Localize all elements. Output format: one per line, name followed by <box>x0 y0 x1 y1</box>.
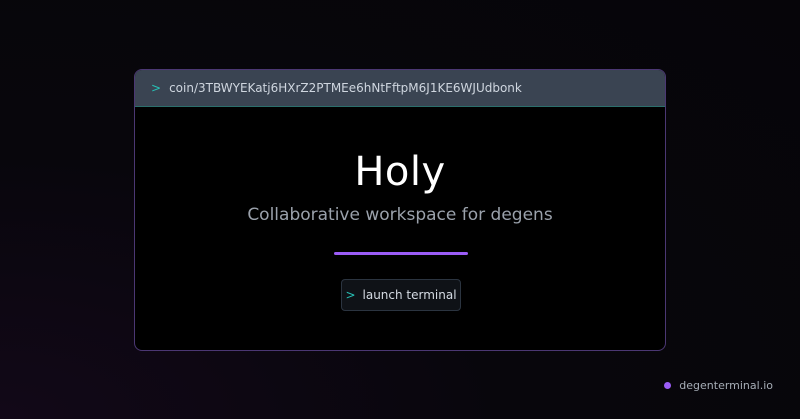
prompt-chevron-icon: > <box>345 288 356 302</box>
prompt-chevron-icon: > <box>151 81 162 95</box>
coin-path: coin/3TBWYEKatj6HXrZ2PTMEe6hNtFftpM6J1KE… <box>169 81 522 95</box>
terminal-titlebar: > coin/3TBWYEKatj6HXrZ2PTMEe6hNtFftpM6J1… <box>135 70 665 107</box>
page-title: Holy <box>354 149 446 195</box>
status-dot-icon <box>664 382 672 389</box>
terminal-window: > coin/3TBWYEKatj6HXrZ2PTMEe6hNtFftpM6J1… <box>134 69 666 351</box>
launch-terminal-button[interactable]: > launch terminal <box>341 279 461 311</box>
page-subtitle: Collaborative workspace for degens <box>247 205 553 225</box>
terminal-content: Holy Collaborative workspace for degens … <box>135 107 665 350</box>
launch-terminal-label: launch terminal <box>362 288 457 302</box>
footer-domain: degenterminal.io <box>664 379 773 392</box>
accent-divider <box>334 252 468 255</box>
domain-label: degenterminal.io <box>679 379 773 392</box>
